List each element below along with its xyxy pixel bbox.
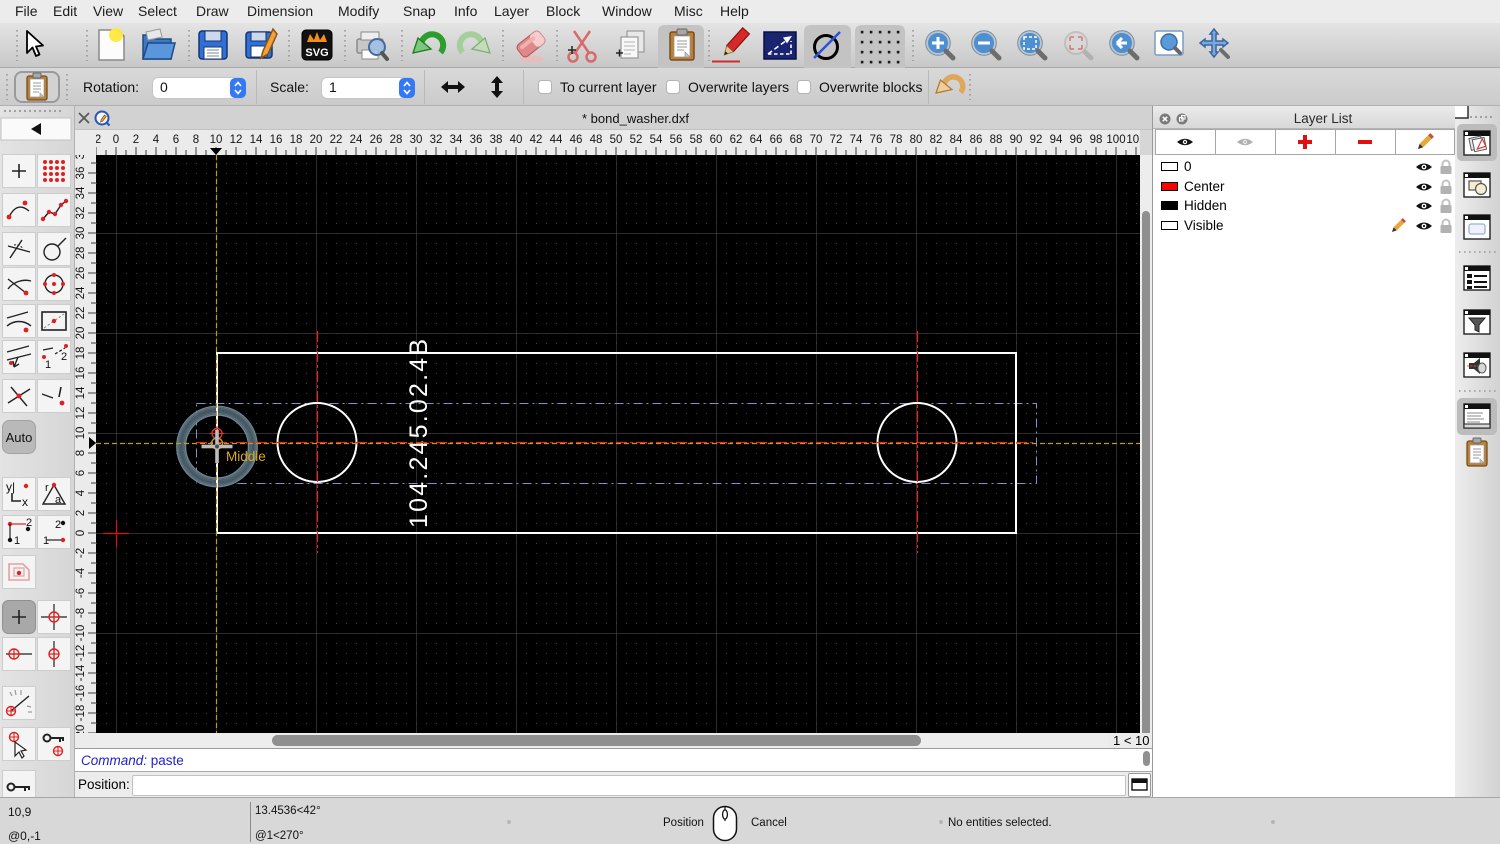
svg-text:60: 60 [710,134,723,146]
svg-text:24: 24 [350,134,363,146]
svg-text:0: 0 [113,134,119,146]
svg-text:SVG: SVG [305,47,328,59]
svg-text:72: 72 [830,134,843,146]
svg-text:36: 36 [470,134,483,146]
svg-text:16: 16 [270,134,283,146]
svg-text:-14: -14 [75,664,87,681]
svg-text:18: 18 [75,347,87,360]
svg-text:42: 42 [530,134,543,146]
svg-text:48: 48 [590,134,603,146]
svg-text:98: 98 [1090,134,1103,146]
svg-text:1: 1 [45,359,51,371]
svg-text:1: 1 [43,535,49,547]
svg-text:10: 10 [210,134,223,146]
svg-text:34: 34 [75,186,87,199]
svg-text:68: 68 [790,134,803,146]
svg-text:8: 8 [193,134,199,146]
svg-text:84: 84 [950,134,963,146]
svg-text:56: 56 [670,134,683,146]
svg-text:74: 74 [850,134,863,146]
svg-text:6: 6 [75,470,87,476]
svg-text:r: r [45,482,49,494]
svg-text:94: 94 [1050,134,1063,146]
svg-text:Layer List: Layer List [1294,111,1353,126]
svg-text:2: 2 [26,517,32,529]
svg-text:70: 70 [810,134,823,146]
svg-text:34: 34 [450,134,463,146]
svg-text:2: 2 [133,134,139,146]
svg-text:-16: -16 [75,685,87,702]
svg-text:x: x [22,495,28,509]
svg-text:-12: -12 [75,645,87,662]
svg-text:80: 80 [910,134,923,146]
svg-text:54: 54 [650,134,663,146]
svg-text:36: 36 [75,167,87,180]
svg-text:38: 38 [490,134,503,146]
svg-text:90: 90 [1010,134,1023,146]
svg-text:78: 78 [890,134,903,146]
svg-text:100: 100 [1106,134,1125,146]
svg-text:4: 4 [75,489,87,496]
svg-text:24: 24 [75,286,87,299]
svg-text:-4: -4 [75,567,87,578]
svg-text:8: 8 [75,450,87,456]
svg-text:28: 28 [75,247,87,260]
svg-text:104.245.02.4B: 104.245.02.4B [405,337,433,528]
svg-text:92: 92 [1030,134,1043,146]
svg-text:58: 58 [690,134,703,146]
svg-text:18: 18 [290,134,303,146]
svg-text:14: 14 [75,386,87,399]
svg-text:28: 28 [390,134,403,146]
svg-text:82: 82 [930,134,943,146]
svg-text:22: 22 [75,307,87,320]
svg-text:2: 2 [55,519,61,531]
svg-text:12: 12 [75,407,87,420]
svg-text:Middle: Middle [226,449,266,464]
svg-text:-8: -8 [75,608,87,618]
svg-text:2: 2 [75,510,87,516]
svg-text:20: 20 [75,327,87,340]
svg-text:-6: -6 [75,588,87,598]
svg-text:88: 88 [990,134,1003,146]
svg-text:38: 38 [75,155,87,159]
svg-text:y|: y| [6,480,15,494]
svg-text:30: 30 [75,227,87,240]
svg-text:22: 22 [330,134,343,146]
svg-text:2: 2 [61,351,67,363]
svg-text:26: 26 [370,134,383,146]
svg-text:32: 32 [430,134,443,146]
svg-text:4: 4 [153,134,160,146]
svg-text:102: 102 [1126,134,1140,146]
svg-text:86: 86 [970,134,983,146]
svg-text:-20: -20 [75,725,87,733]
svg-text:-2: -2 [75,548,87,558]
svg-text:64: 64 [750,134,763,146]
svg-text:46: 46 [570,134,583,146]
svg-text:14: 14 [250,134,263,146]
svg-text:0: 0 [75,530,87,536]
svg-text:32: 32 [75,207,87,220]
svg-text:6: 6 [173,134,179,146]
svg-text:66: 66 [770,134,783,146]
svg-text:30: 30 [410,134,423,146]
svg-text:-2: -2 [96,134,101,146]
svg-text:12: 12 [230,134,243,146]
svg-text:-10: -10 [75,625,87,642]
svg-text:96: 96 [1070,134,1083,146]
svg-text:Auto: Auto [6,430,33,445]
svg-text:76: 76 [870,134,883,146]
svg-text:10: 10 [75,427,87,440]
svg-text:26: 26 [75,267,87,280]
svg-text:62: 62 [730,134,743,146]
svg-text:16: 16 [75,367,87,380]
svg-text:-18: -18 [75,705,87,722]
svg-text:50: 50 [610,134,623,146]
svg-text:44: 44 [550,134,563,146]
svg-text:1: 1 [14,535,20,547]
svg-text:52: 52 [630,134,643,146]
svg-text:40: 40 [510,134,523,146]
svg-text:20: 20 [310,134,323,146]
svg-text:a: a [55,494,62,506]
